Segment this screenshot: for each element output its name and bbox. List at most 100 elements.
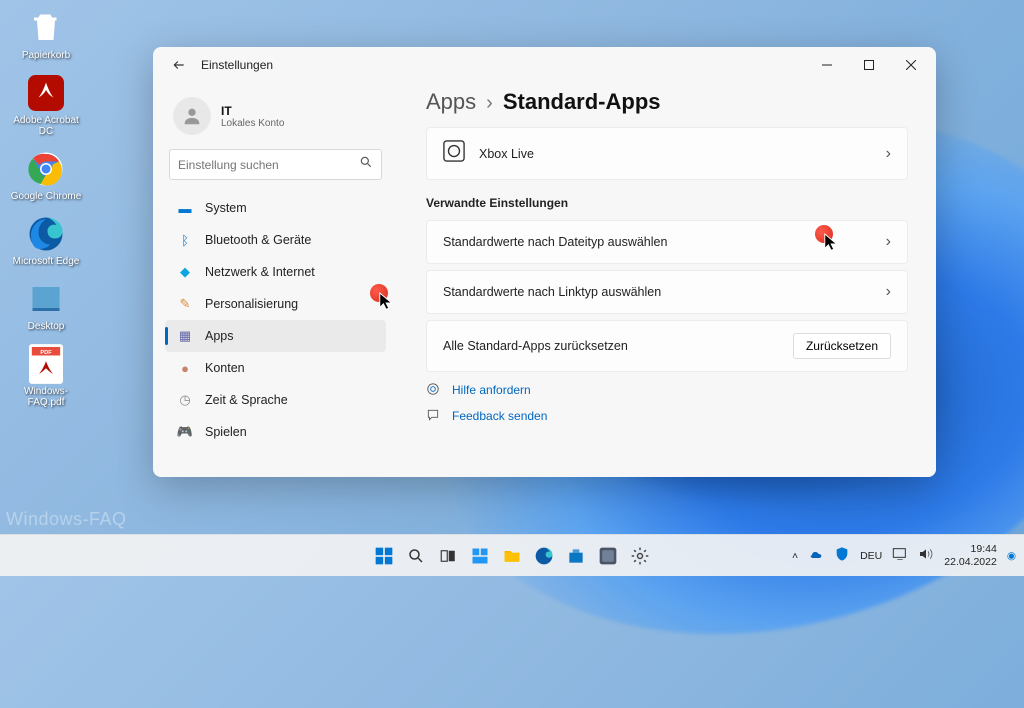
user-name: IT	[221, 104, 284, 118]
desktop-icon-label: Papierkorb	[22, 50, 70, 61]
nav-personalization[interactable]: ✎ Personalisierung	[165, 288, 386, 320]
chevron-right-icon: ›	[886, 283, 891, 301]
taskbar-taskview[interactable]	[435, 543, 461, 569]
breadcrumb: Apps › Standard-Apps	[426, 89, 908, 115]
tray-network-icon[interactable]	[892, 547, 908, 564]
watermark: Windows-FAQ	[6, 509, 127, 530]
nav-apps[interactable]: ▦Apps	[165, 320, 386, 352]
system-icon: ▬	[177, 200, 193, 216]
desktop-icon-label: Windows-FAQ.pdf	[8, 386, 84, 408]
pdf-icon: PDF	[26, 344, 66, 384]
desktop-icon-label: Desktop	[28, 321, 65, 332]
desktop-icon-pdf[interactable]: PDF Windows-FAQ.pdf	[8, 344, 84, 408]
desktop-icons: Papierkorb Adobe Acrobat DC Google Chrom…	[8, 8, 84, 408]
chevron-right-icon: ›	[886, 233, 891, 251]
xbox-icon	[443, 140, 465, 167]
desktop-icon-label: Microsoft Edge	[13, 256, 80, 267]
app-row-xbox-live[interactable]: Xbox Live ›	[426, 127, 908, 180]
taskbar-explorer[interactable]	[499, 543, 525, 569]
tray-onedrive-icon[interactable]	[808, 546, 824, 565]
tray-volume-icon[interactable]	[918, 547, 934, 564]
nav: ▬ System ᛒBluetooth & Geräte ◆Netzwerk & …	[165, 192, 386, 448]
back-button[interactable]	[167, 53, 191, 77]
desktop-icon-label: Google Chrome	[11, 191, 82, 202]
row-label: Standardwerte nach Linktyp auswählen	[443, 285, 872, 299]
nav-network[interactable]: ◆Netzwerk & Internet	[165, 256, 386, 288]
search-input[interactable]	[178, 158, 359, 172]
section-label: Verwandte Einstellungen	[426, 196, 908, 210]
close-button[interactable]	[890, 50, 932, 80]
edge-icon	[26, 214, 66, 254]
svg-text:PDF: PDF	[40, 350, 52, 356]
chevron-right-icon: ›	[886, 145, 891, 163]
tray-time: 19:44	[944, 543, 997, 555]
nav-label: Konten	[205, 361, 245, 375]
user-account-type: Lokales Konto	[221, 118, 284, 129]
search-box[interactable]	[169, 149, 382, 180]
nav-label: Personalisierung	[205, 297, 298, 311]
taskbar: ˄ DEU 19:44 22.04.2022 ◉	[0, 534, 1024, 576]
desktop-icon-label: Adobe Acrobat DC	[8, 115, 84, 137]
feedback-link[interactable]: Feedback senden	[426, 408, 908, 424]
maximize-button[interactable]	[848, 50, 890, 80]
nav-accounts[interactable]: ●Konten	[165, 352, 386, 384]
tray-chevron-icon[interactable]: ˄	[792, 550, 798, 562]
row-label: Standardwerte nach Dateityp auswählen	[443, 235, 872, 249]
nav-label: System	[205, 201, 247, 215]
window-title: Einstellungen	[201, 58, 806, 72]
tray-language[interactable]: DEU	[860, 550, 882, 562]
breadcrumb-parent[interactable]: Apps	[426, 89, 476, 115]
row-label: Alle Standard-Apps zurücksetzen	[443, 339, 779, 353]
taskbar-right: ˄ DEU 19:44 22.04.2022 ◉	[792, 543, 1016, 567]
tray-clock[interactable]: 19:44 22.04.2022	[944, 543, 997, 567]
desktop-icon-chrome[interactable]: Google Chrome	[8, 149, 84, 202]
sidebar: IT Lokales Konto ▬ System ᛒBluetooth & Ge…	[153, 83, 398, 477]
nav-label: Bluetooth & Geräte	[205, 233, 311, 247]
tray-notifications-icon[interactable]: ◉	[1007, 550, 1016, 562]
folder-icon	[26, 279, 66, 319]
tray-date: 22.04.2022	[944, 556, 997, 568]
tray-defender-icon[interactable]	[834, 546, 850, 565]
content: Apps › Standard-Apps Xbox Live › Verwand…	[398, 83, 936, 477]
start-button[interactable]	[371, 543, 397, 569]
nav-bluetooth[interactable]: ᛒBluetooth & Geräte	[165, 224, 386, 256]
app-row-label: Xbox Live	[479, 147, 872, 161]
feedback-icon	[426, 408, 442, 424]
row-defaults-by-linktype[interactable]: Standardwerte nach Linktyp auswählen ›	[426, 270, 908, 314]
avatar-icon	[173, 97, 211, 135]
desktop-icon-recycle-bin[interactable]: Papierkorb	[8, 8, 84, 61]
taskbar-store[interactable]	[563, 543, 589, 569]
titlebar: Einstellungen	[153, 47, 936, 83]
chrome-icon	[26, 149, 66, 189]
nav-gaming[interactable]: 🎮Spielen	[165, 416, 386, 448]
link-label: Feedback senden	[452, 409, 547, 423]
nav-label: Zeit & Sprache	[205, 393, 288, 407]
nav-label: Netzwerk & Internet	[205, 265, 315, 279]
desktop-icon-edge[interactable]: Microsoft Edge	[8, 214, 84, 267]
reset-button[interactable]: Zurücksetzen	[793, 333, 891, 359]
brush-icon: ✎	[177, 296, 193, 312]
acrobat-icon	[26, 73, 66, 113]
taskbar-widgets[interactable]	[467, 543, 493, 569]
desktop-icon-acrobat[interactable]: Adobe Acrobat DC	[8, 73, 84, 137]
taskbar-search[interactable]	[403, 543, 429, 569]
clock-icon: ◷	[177, 392, 193, 408]
nav-label: Spielen	[205, 425, 247, 439]
minimize-button[interactable]	[806, 50, 848, 80]
recycle-bin-icon	[26, 8, 66, 48]
taskbar-vmware[interactable]	[595, 543, 621, 569]
user-block[interactable]: IT Lokales Konto	[165, 91, 386, 149]
nav-time-language[interactable]: ◷ Zeit & Sprache	[165, 384, 386, 416]
desktop-icon-desktop[interactable]: Desktop	[8, 279, 84, 332]
help-icon	[426, 382, 442, 398]
nav-system[interactable]: ▬ System	[165, 192, 386, 224]
taskbar-edge[interactable]	[531, 543, 557, 569]
apps-icon: ▦	[177, 328, 193, 344]
row-defaults-by-filetype[interactable]: Standardwerte nach Dateityp auswählen ›	[426, 220, 908, 264]
row-reset-defaults: Alle Standard-Apps zurücksetzen Zurückse…	[426, 320, 908, 372]
search-icon	[359, 155, 373, 174]
taskbar-settings[interactable]	[627, 543, 653, 569]
page-title: Standard-Apps	[503, 89, 661, 115]
chevron-right-icon: ›	[486, 92, 493, 115]
help-link[interactable]: Hilfe anfordern	[426, 382, 908, 398]
